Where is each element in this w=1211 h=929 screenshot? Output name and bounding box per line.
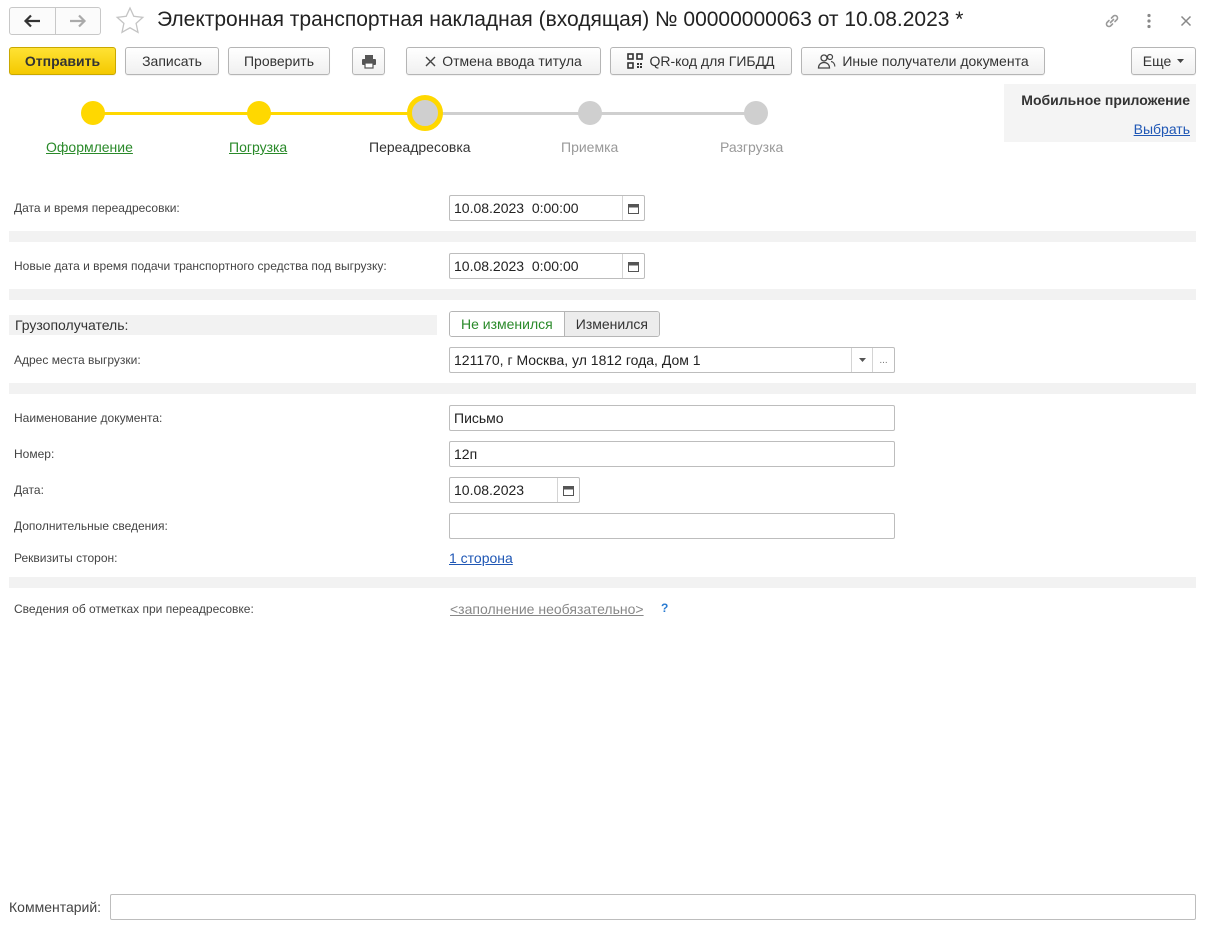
step-redirection[interactable]: Переадресовка	[369, 139, 471, 155]
more-menu-button[interactable]: Еще	[1131, 47, 1196, 75]
close-button[interactable]	[1175, 10, 1197, 32]
date-label: Дата:	[14, 483, 44, 497]
unload-address-value: 121170, г Москва, ул 1812 года, Дом 1	[454, 352, 701, 368]
cancel-title-button[interactable]: Отмена ввода титула	[406, 47, 601, 75]
section-separator	[9, 577, 1196, 588]
additional-info-field[interactable]	[449, 513, 895, 539]
party-details-link[interactable]: 1 сторона	[449, 550, 513, 566]
mobile-app-panel: Мобильное приложение Выбрать	[1004, 84, 1196, 142]
document-title: Электронная транспортная накладная (вход…	[157, 8, 964, 31]
forward-button[interactable]	[54, 8, 101, 34]
step-dot-loading[interactable]	[247, 101, 271, 125]
step-unloading[interactable]: Разгрузка	[720, 139, 783, 155]
cancel-title-label: Отмена ввода титула	[442, 53, 582, 69]
calendar-icon	[628, 261, 639, 272]
print-button[interactable]	[352, 47, 385, 75]
document-name-field[interactable]: Письмо	[449, 405, 895, 431]
party-details-label: Реквизиты сторон:	[14, 551, 118, 565]
new-delivery-datetime-field[interactable]: 10.08.2023 0:00:00	[449, 253, 645, 279]
unload-address-field[interactable]: 121170, г Москва, ул 1812 года, Дом 1 ..…	[449, 347, 895, 373]
link-icon	[1105, 14, 1119, 28]
users-icon	[818, 53, 836, 69]
send-button[interactable]: Отправить	[9, 47, 116, 75]
number-field[interactable]: 12п	[449, 441, 895, 467]
document-name-label: Наименование документа:	[14, 411, 163, 425]
number-label: Номер:	[14, 447, 55, 461]
consignee-changed-option[interactable]: Изменился	[563, 312, 659, 336]
back-button[interactable]	[10, 8, 55, 34]
redirect-datetime-calendar-button[interactable]	[622, 196, 644, 220]
mobile-app-title: Мобильное приложение	[1021, 92, 1190, 108]
section-separator	[9, 289, 1196, 300]
step-registration[interactable]: Оформление	[46, 139, 133, 155]
step-dot-registration[interactable]	[81, 101, 105, 125]
cross-icon	[425, 56, 436, 66]
star-icon	[115, 6, 145, 34]
navigation-buttons	[9, 7, 101, 35]
arrow-right-icon	[69, 14, 86, 28]
redirect-marks-link[interactable]: <заполнение необязательно>	[450, 601, 644, 617]
consignee-label: Грузополучатель:	[9, 315, 437, 335]
date-field[interactable]: 10.08.2023	[449, 477, 580, 503]
date-value: 10.08.2023	[454, 482, 525, 498]
arrow-left-icon	[24, 14, 41, 28]
printer-icon	[361, 54, 376, 69]
kebab-menu-icon	[1147, 13, 1151, 29]
more-label: Еще	[1142, 53, 1172, 69]
favorite-star-button[interactable]	[115, 6, 145, 36]
redirect-datetime-field[interactable]: 10.08.2023 0:00:00	[449, 195, 645, 221]
save-button[interactable]: Записать	[125, 47, 219, 75]
consignee-unchanged-option[interactable]: Не изменился	[450, 312, 564, 336]
mobile-app-select-link[interactable]: Выбрать	[1134, 121, 1190, 137]
step-dot-unloading[interactable]	[744, 101, 768, 125]
qr-code-label: QR-код для ГИБДД	[649, 53, 775, 69]
consignee-toggle: Не изменился Изменился	[449, 311, 660, 337]
section-separator	[9, 231, 1196, 242]
comment-label: Комментарий:	[9, 899, 102, 915]
document-name-value: Письмо	[454, 410, 504, 426]
unload-address-label: Адрес места выгрузки:	[14, 353, 141, 367]
step-dot-acceptance[interactable]	[578, 101, 602, 125]
qr-code-button[interactable]: QR-код для ГИБДД	[610, 47, 792, 75]
other-recipients-button[interactable]: Иные получатели документа	[801, 47, 1045, 75]
dropdown-arrow-icon	[1177, 59, 1185, 63]
calendar-icon	[563, 485, 574, 496]
other-recipients-label: Иные получатели документа	[842, 53, 1029, 69]
more-actions-button[interactable]	[1138, 10, 1160, 32]
check-button[interactable]: Проверить	[228, 47, 330, 75]
link-button[interactable]	[1101, 10, 1123, 32]
redirect-datetime-value: 10.08.2023 0:00:00	[454, 200, 579, 216]
new-delivery-datetime-calendar-button[interactable]	[622, 254, 644, 278]
unload-address-dropdown-button[interactable]	[851, 348, 872, 372]
comment-input[interactable]	[110, 894, 1196, 920]
additional-info-label: Дополнительные сведения:	[14, 519, 168, 533]
close-icon	[1180, 15, 1192, 27]
dropdown-arrow-icon	[858, 358, 866, 362]
section-separator	[9, 383, 1196, 394]
unload-address-select-button[interactable]: ...	[872, 348, 894, 372]
step-loading[interactable]: Погрузка	[229, 139, 287, 155]
qr-code-icon	[627, 53, 644, 69]
new-delivery-datetime-value: 10.08.2023 0:00:00	[454, 258, 579, 274]
help-icon[interactable]: ?	[661, 601, 668, 615]
calendar-icon	[628, 203, 639, 214]
new-delivery-datetime-label: Новые дата и время подачи транспортного …	[14, 259, 387, 273]
number-value: 12п	[454, 446, 478, 462]
step-acceptance[interactable]: Приемка	[561, 139, 618, 155]
redirect-datetime-label: Дата и время переадресовки:	[14, 201, 180, 215]
title-bar: Электронная транспортная накладная (вход…	[0, 0, 1211, 44]
redirect-marks-label: Сведения об отметках при переадресовке:	[14, 602, 254, 616]
step-dot-redirection[interactable]	[407, 95, 443, 131]
date-calendar-button[interactable]	[557, 478, 579, 502]
